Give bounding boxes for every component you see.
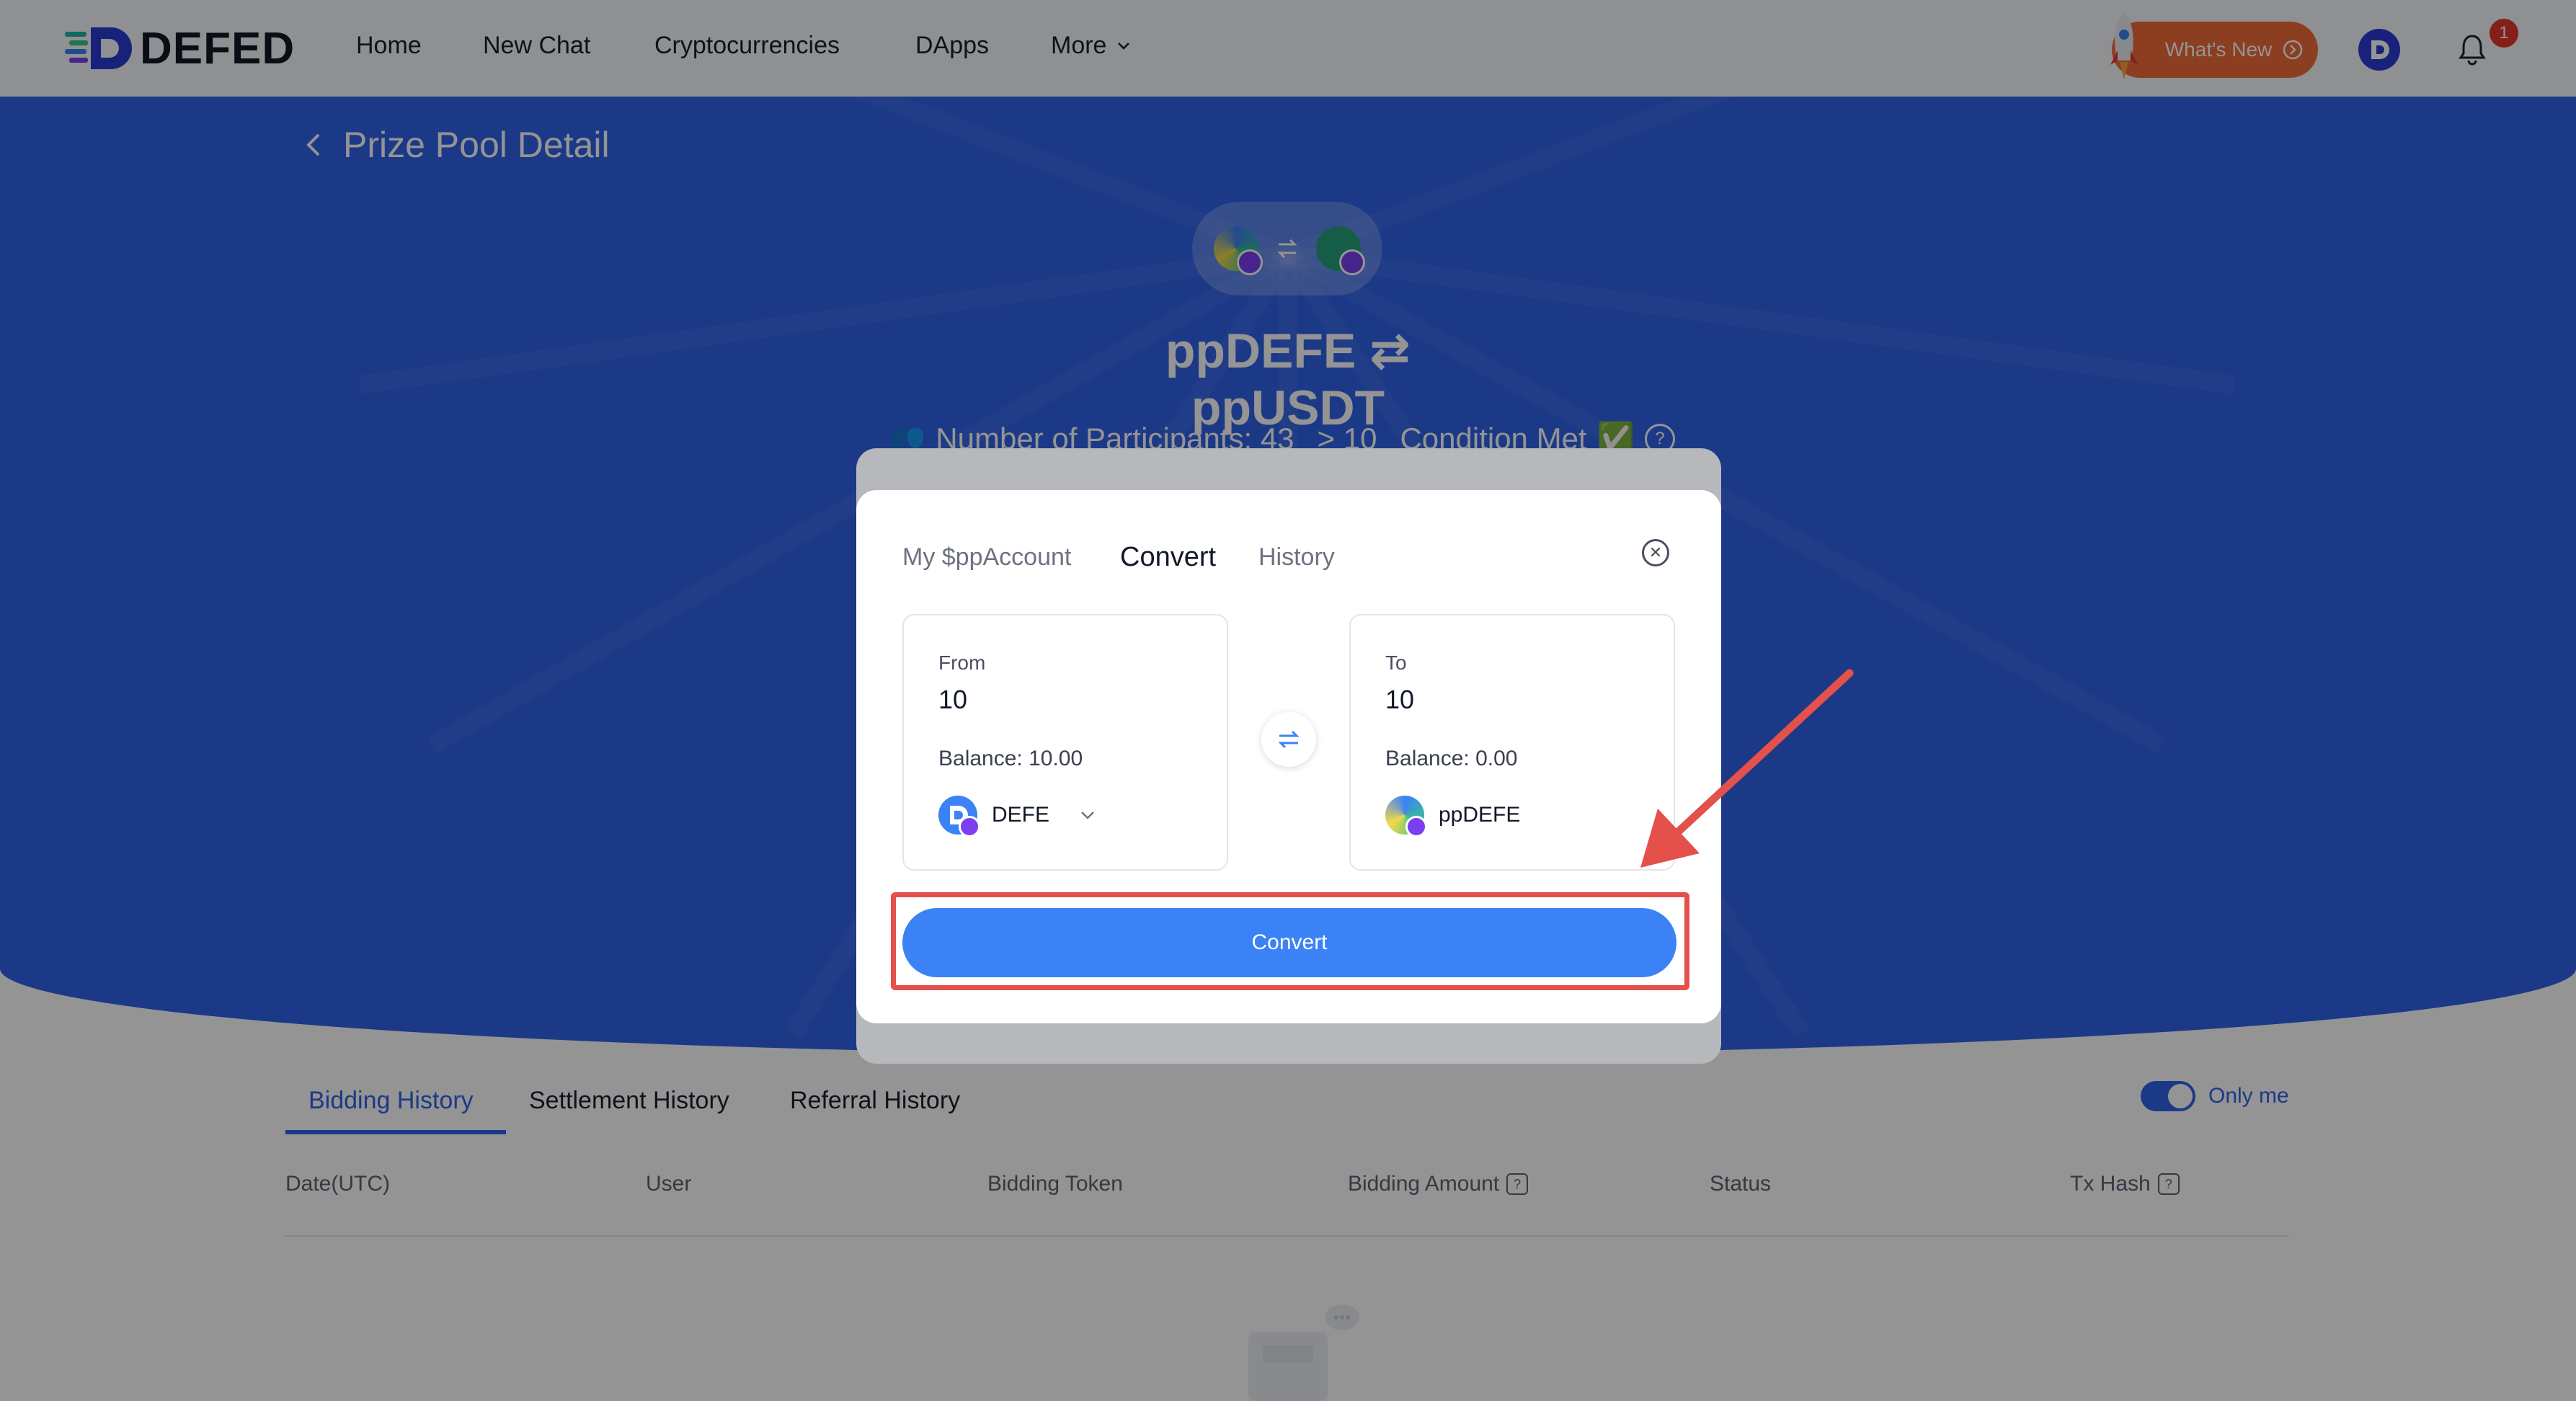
annotation-arrow bbox=[1640, 669, 1854, 868]
app-frame: DEFED Home New Chat Cryptocurrencies DAp… bbox=[0, 0, 2576, 1401]
